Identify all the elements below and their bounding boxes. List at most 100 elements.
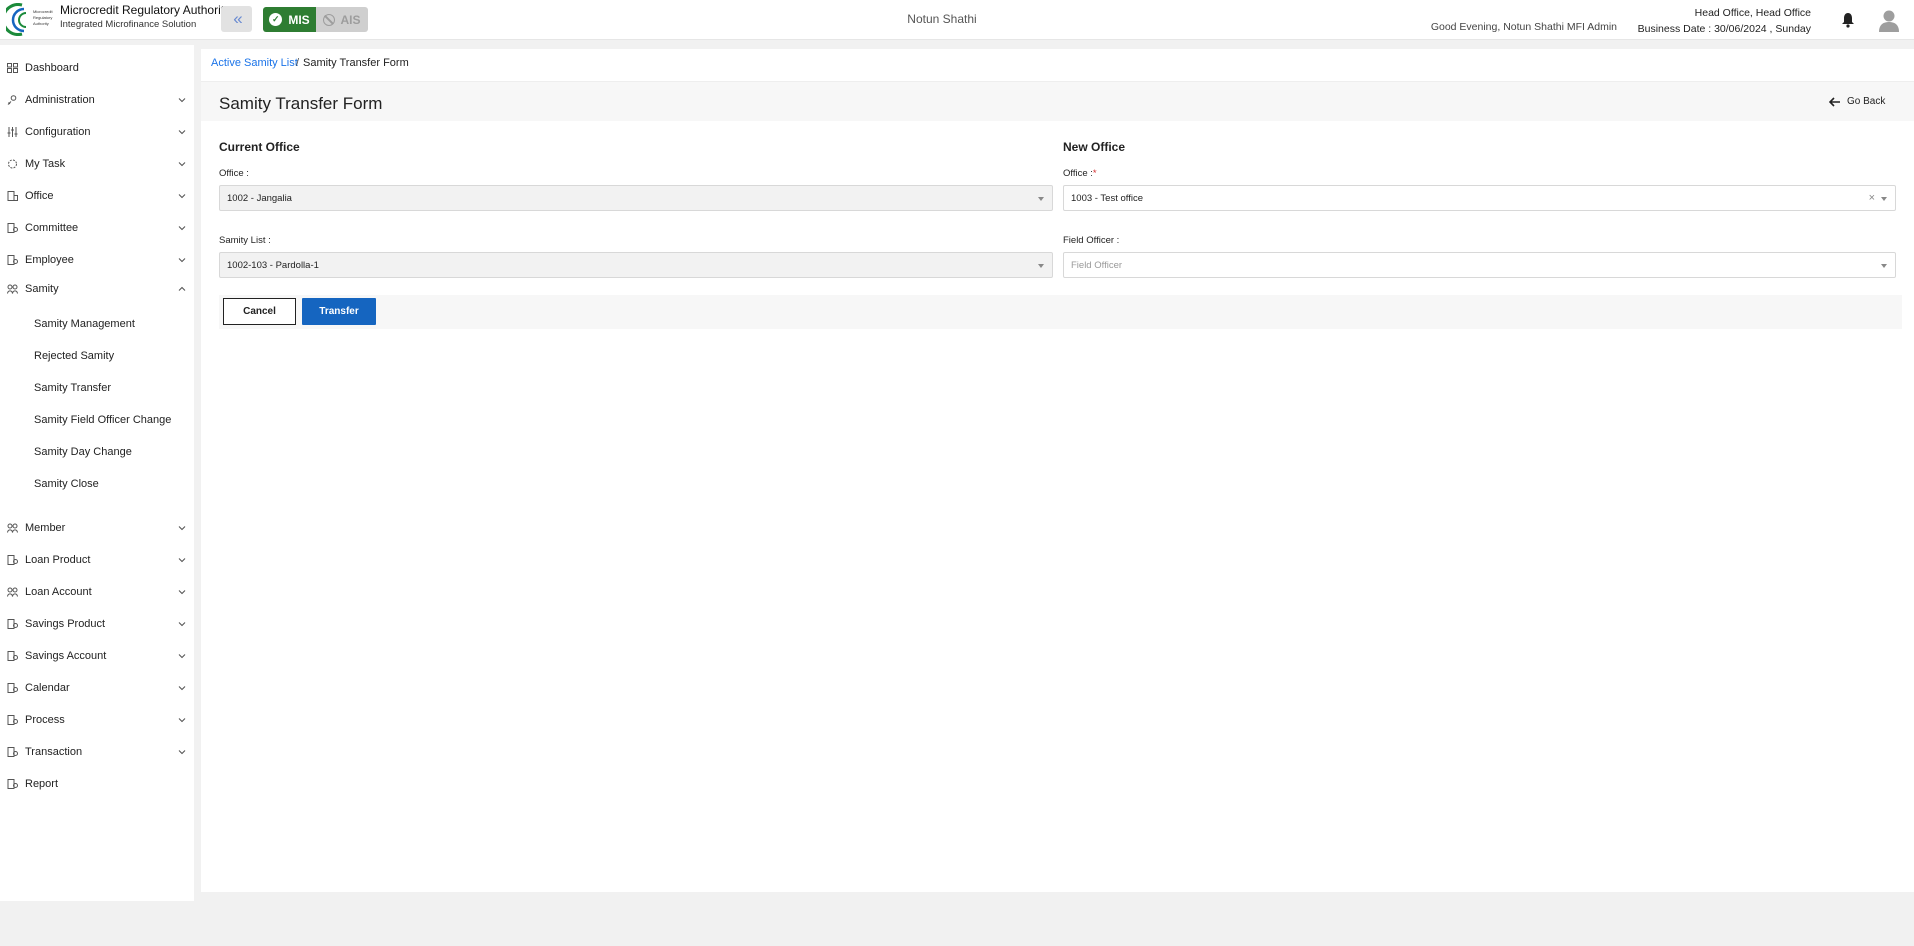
member-icon xyxy=(7,523,18,533)
sidebar-item-configuration[interactable]: Configuration xyxy=(0,121,194,143)
current-office: Head Office, Head Office xyxy=(1694,7,1811,19)
caret-down-icon xyxy=(1038,197,1044,201)
sidebar-item-label: Employee xyxy=(25,254,74,266)
chevron-down-icon xyxy=(178,98,186,103)
samity-list-select[interactable]: 1002-103 - Pardolla-1 xyxy=(219,252,1053,278)
task-icon xyxy=(8,159,17,169)
loan-account-icon xyxy=(7,587,18,597)
user-avatar-icon[interactable] xyxy=(1877,8,1901,32)
sidebar-item-label: Member xyxy=(25,522,66,534)
chevron-down-icon xyxy=(178,590,186,595)
sidebar-item-committee[interactable]: Committee xyxy=(0,217,194,239)
sidebar-item-transaction[interactable]: Transaction xyxy=(0,741,194,763)
clear-icon[interactable]: × xyxy=(1869,192,1875,204)
required-marker: * xyxy=(1092,168,1097,179)
current-office-select[interactable]: 1002 - Jangalia xyxy=(219,185,1053,211)
transaction-icon xyxy=(7,747,18,757)
go-back-label: Go Back xyxy=(1847,96,1886,107)
sidebar-item-label: Report xyxy=(25,778,59,790)
cancel-button[interactable]: Cancel xyxy=(223,298,296,325)
sidebar-subitem-samity-close[interactable]: Samity Close xyxy=(34,478,99,490)
breadcrumb-current: Samity Transfer Form xyxy=(303,57,409,69)
sidebar-item-calendar[interactable]: Calendar xyxy=(0,677,194,699)
sidebar-item-label: Loan Account xyxy=(25,586,92,598)
business-date: Business Date : 30/06/2024 , Sunday xyxy=(1637,23,1811,35)
sidebar-item-employee[interactable]: Employee xyxy=(0,249,194,271)
grid-icon xyxy=(7,63,18,73)
admin-icon xyxy=(7,95,17,105)
sidebar-item-member[interactable]: Member xyxy=(0,517,194,539)
chevron-down-icon xyxy=(178,526,186,531)
sidebar-item-label: Office xyxy=(25,190,54,202)
current-office-value: 1002 - Jangalia xyxy=(227,192,292,204)
sidebar-subitem-samity-day-change[interactable]: Samity Day Change xyxy=(34,446,132,458)
samity-icon xyxy=(7,284,18,294)
greeting-text: Good Evening, Notun Shathi MFI Admin xyxy=(1430,21,1617,33)
page-title: Samity Transfer Form xyxy=(219,94,383,113)
sidebar-item-label: Loan Product xyxy=(25,554,91,566)
sidebar-item-process[interactable]: Process xyxy=(0,709,194,731)
form-actions: Cancel Transfer xyxy=(219,295,1902,329)
page-header: Samity Transfer Form Go Back xyxy=(201,81,1914,121)
sidebar-item-label: Savings Product xyxy=(25,618,106,630)
bell-icon[interactable] xyxy=(1841,12,1855,28)
chevron-down-icon xyxy=(178,654,186,659)
sidebar-item-savings-account[interactable]: Savings Account xyxy=(0,645,194,667)
samity-list-value: 1002-103 - Pardolla-1 xyxy=(227,259,319,271)
calendar-icon xyxy=(7,683,18,693)
savings-product-icon xyxy=(7,619,18,629)
sidebar: Dashboard Administration Configuration M… xyxy=(0,45,194,901)
sidebar-subitem-rejected-samity[interactable]: Rejected Samity xyxy=(34,350,114,362)
field-officer-select[interactable]: Field Officer xyxy=(1063,252,1896,278)
sidebar-item-dashboard[interactable]: Dashboard xyxy=(0,57,194,79)
field-officer-label: Field Officer : xyxy=(1063,235,1120,246)
chevron-up-icon xyxy=(178,286,186,291)
chevron-down-icon xyxy=(178,194,186,199)
sidebar-item-label: Configuration xyxy=(25,126,91,138)
sidebar-item-label: My Task xyxy=(25,158,66,170)
process-icon xyxy=(7,715,18,725)
breadcrumb-separator: / xyxy=(296,57,300,69)
sidebar-item-samity[interactable]: Samity xyxy=(0,278,194,300)
chevron-down-icon xyxy=(178,226,186,231)
office-icon xyxy=(7,191,18,201)
sidebar-subitem-samity-field-officer-change[interactable]: Samity Field Officer Change xyxy=(34,414,171,426)
breadcrumb: Active Samity List / Samity Transfer For… xyxy=(201,49,1914,81)
caret-down-icon xyxy=(1881,197,1887,201)
chevron-down-icon xyxy=(178,130,186,135)
new-office-label: Office :* xyxy=(1063,168,1097,179)
go-back-button[interactable]: Go Back xyxy=(1829,96,1885,107)
sidebar-item-label: Administration xyxy=(25,94,95,106)
chevron-down-icon xyxy=(178,686,186,691)
office-info: Head Office, Head Office Business Date :… xyxy=(1638,5,1811,37)
caret-down-icon xyxy=(1881,264,1887,268)
new-office-heading: New Office xyxy=(1063,140,1126,154)
chevron-down-icon xyxy=(178,162,186,167)
sidebar-item-office[interactable]: Office xyxy=(0,185,194,207)
sidebar-item-label: Committee xyxy=(25,222,79,234)
new-office-select[interactable]: 1003 - Test office × xyxy=(1063,185,1896,211)
chevron-down-icon xyxy=(178,258,186,263)
caret-down-icon xyxy=(1038,264,1044,268)
main-content: Samity Transfer Form Go Back Current Off… xyxy=(201,81,1914,892)
sidebar-item-loan-account[interactable]: Loan Account xyxy=(0,581,194,603)
chevron-down-icon xyxy=(178,622,186,627)
sidebar-item-loan-product[interactable]: Loan Product xyxy=(0,549,194,571)
sidebar-subitem-samity-transfer[interactable]: Samity Transfer xyxy=(34,382,111,394)
breadcrumb-link-active-samity-list[interactable]: Active Samity List xyxy=(211,57,298,69)
sidebar-item-label: Dashboard xyxy=(25,62,79,74)
sidebar-item-administration[interactable]: Administration xyxy=(0,89,194,111)
employee-icon xyxy=(7,255,18,265)
committee-icon xyxy=(7,223,18,233)
field-officer-placeholder: Field Officer xyxy=(1071,259,1123,271)
current-office-heading: Current Office xyxy=(219,140,300,154)
sidebar-item-my-task[interactable]: My Task xyxy=(0,153,194,175)
sidebar-item-label: Transaction xyxy=(25,746,83,758)
sidebar-item-savings-product[interactable]: Savings Product xyxy=(0,613,194,635)
transfer-form: Current Office Office : 1002 - Jangalia … xyxy=(201,121,1902,411)
transfer-button[interactable]: Transfer xyxy=(302,298,376,325)
sidebar-subitem-samity-management[interactable]: Samity Management xyxy=(34,318,135,330)
sidebar-item-report[interactable]: Report xyxy=(0,773,194,795)
sidebar-item-label: Samity xyxy=(25,283,59,295)
chevron-down-icon xyxy=(178,558,186,563)
